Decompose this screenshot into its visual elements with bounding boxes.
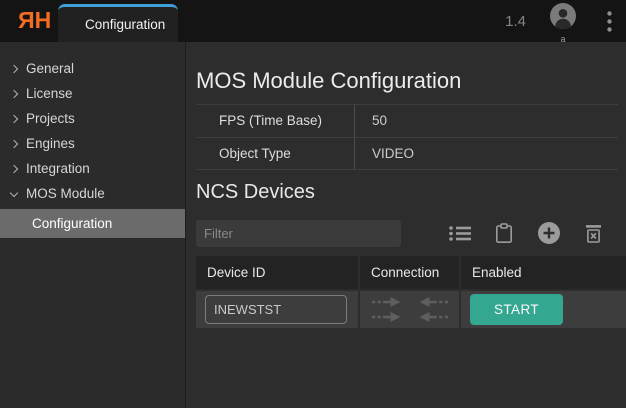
arrow-right-icon	[372, 312, 402, 322]
connection-cell	[360, 291, 459, 328]
config-field-row: Object Type VIDEO	[196, 137, 618, 169]
page-title: MOS Module Configuration	[196, 67, 626, 95]
field-label-fps: FPS (Time Base)	[196, 105, 354, 137]
sidebar-item-mos-module[interactable]: MOS Module	[0, 181, 185, 206]
tab-label: Configuration	[85, 17, 165, 32]
device-table-row: START	[196, 289, 626, 328]
chevron-right-icon	[10, 116, 26, 122]
clipboard-icon[interactable]	[495, 223, 513, 244]
devices-toolbar	[425, 221, 618, 245]
tab-configuration[interactable]: Configuration	[58, 4, 178, 42]
column-header-device-id: Device ID	[196, 256, 358, 289]
topbar: RH Configuration 1.4 a	[0, 0, 626, 42]
column-header-connection: Connection	[360, 256, 459, 289]
logo-letter-h: H	[35, 7, 53, 33]
sidebar-item-engines[interactable]: Engines	[0, 131, 185, 156]
user-avatar[interactable]: a	[550, 3, 576, 44]
sidebar-item-integration[interactable]: Integration	[0, 156, 185, 181]
devices-table-header: Device ID Connection Enabled	[196, 256, 626, 289]
column-header-enabled: Enabled	[461, 256, 626, 289]
delete-icon[interactable]	[585, 224, 602, 243]
field-value-object-type[interactable]: VIDEO	[354, 138, 618, 169]
app-logo: RH	[17, 9, 52, 32]
connection-status-indicators	[372, 297, 448, 322]
chevron-right-icon	[10, 166, 26, 172]
add-icon[interactable]	[537, 221, 561, 245]
app-body: General License Projects Engines Integra…	[0, 42, 626, 408]
chevron-down-icon	[10, 192, 26, 196]
sidebar-item-label: MOS Module	[26, 186, 105, 201]
kebab-menu-icon[interactable]	[602, 9, 616, 34]
sidebar-item-label: Integration	[26, 161, 90, 176]
logo-letter-r: R	[17, 9, 35, 32]
section-title-ncs-devices: NCS Devices	[196, 179, 626, 205]
chevron-right-icon	[10, 91, 26, 97]
filter-input[interactable]	[196, 220, 401, 247]
arrow-right-icon	[372, 297, 402, 307]
app-window: RH Configuration 1.4 a	[0, 0, 626, 408]
sidebar-item-projects[interactable]: Projects	[0, 106, 185, 131]
sidebar-item-label: General	[26, 61, 74, 76]
start-button[interactable]: START	[470, 294, 563, 325]
sidebar-item-label: Projects	[26, 111, 75, 126]
main-content: MOS Module Configuration FPS (Time Base)…	[186, 42, 626, 408]
field-value-fps[interactable]: 50	[354, 105, 618, 137]
chevron-right-icon	[10, 141, 26, 147]
chevron-right-icon	[10, 66, 26, 72]
enabled-cell: START	[461, 291, 626, 328]
sidebar-item-label: License	[26, 86, 73, 101]
field-label-object-type: Object Type	[196, 138, 354, 169]
mos-config-table: FPS (Time Base) 50 Object Type VIDEO	[196, 104, 618, 170]
user-avatar-icon	[550, 3, 576, 34]
config-field-row: FPS (Time Base) 50	[196, 105, 618, 137]
device-id-cell	[196, 291, 358, 328]
list-icon[interactable]	[449, 225, 471, 242]
sidebar-item-configuration[interactable]: Configuration	[0, 209, 185, 238]
topbar-actions: 1.4 a	[505, 0, 616, 42]
devices-toolbar-row	[196, 220, 618, 247]
sidebar-item-general[interactable]: General	[0, 56, 185, 81]
ncs-devices-table: Device ID Connection Enabled	[196, 256, 626, 328]
sidebar-subitem-label: Configuration	[32, 216, 112, 231]
sidebar-item-license[interactable]: License	[0, 81, 185, 106]
sidebar-nav: General License Projects Engines Integra…	[0, 42, 186, 408]
device-id-input[interactable]	[205, 295, 347, 324]
arrow-left-icon	[418, 297, 448, 307]
sidebar-item-label: Engines	[26, 136, 75, 151]
arrow-left-icon	[418, 312, 448, 322]
version-label: 1.4	[505, 13, 526, 30]
